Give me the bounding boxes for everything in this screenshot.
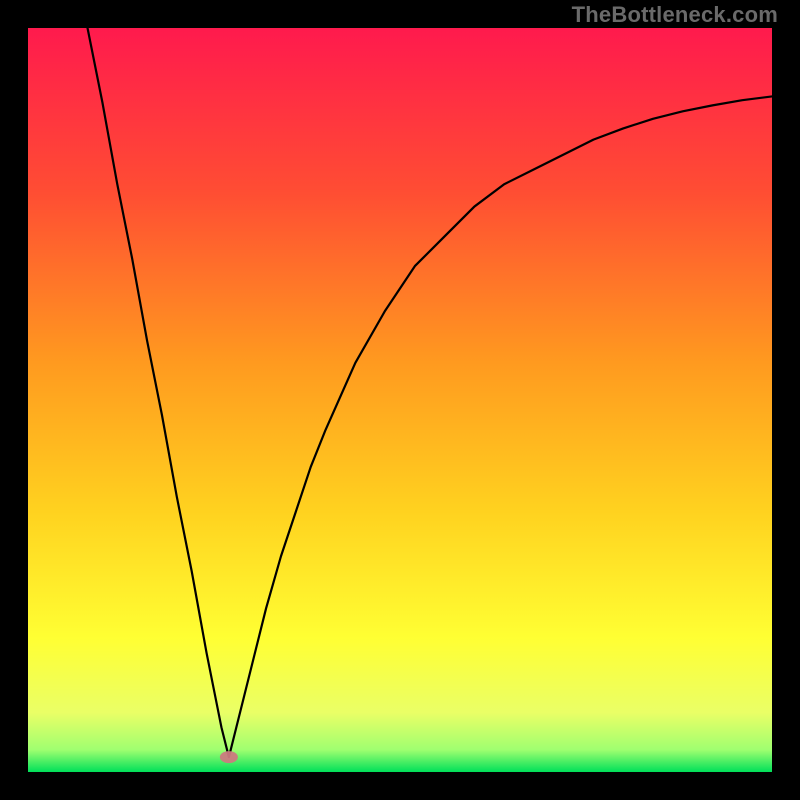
chart-frame: TheBottleneck.com (0, 0, 800, 800)
gradient-background (28, 28, 772, 772)
chart-svg (28, 28, 772, 772)
watermark-text: TheBottleneck.com (572, 2, 778, 28)
plot-area (28, 28, 772, 772)
minimum-marker (220, 751, 238, 763)
